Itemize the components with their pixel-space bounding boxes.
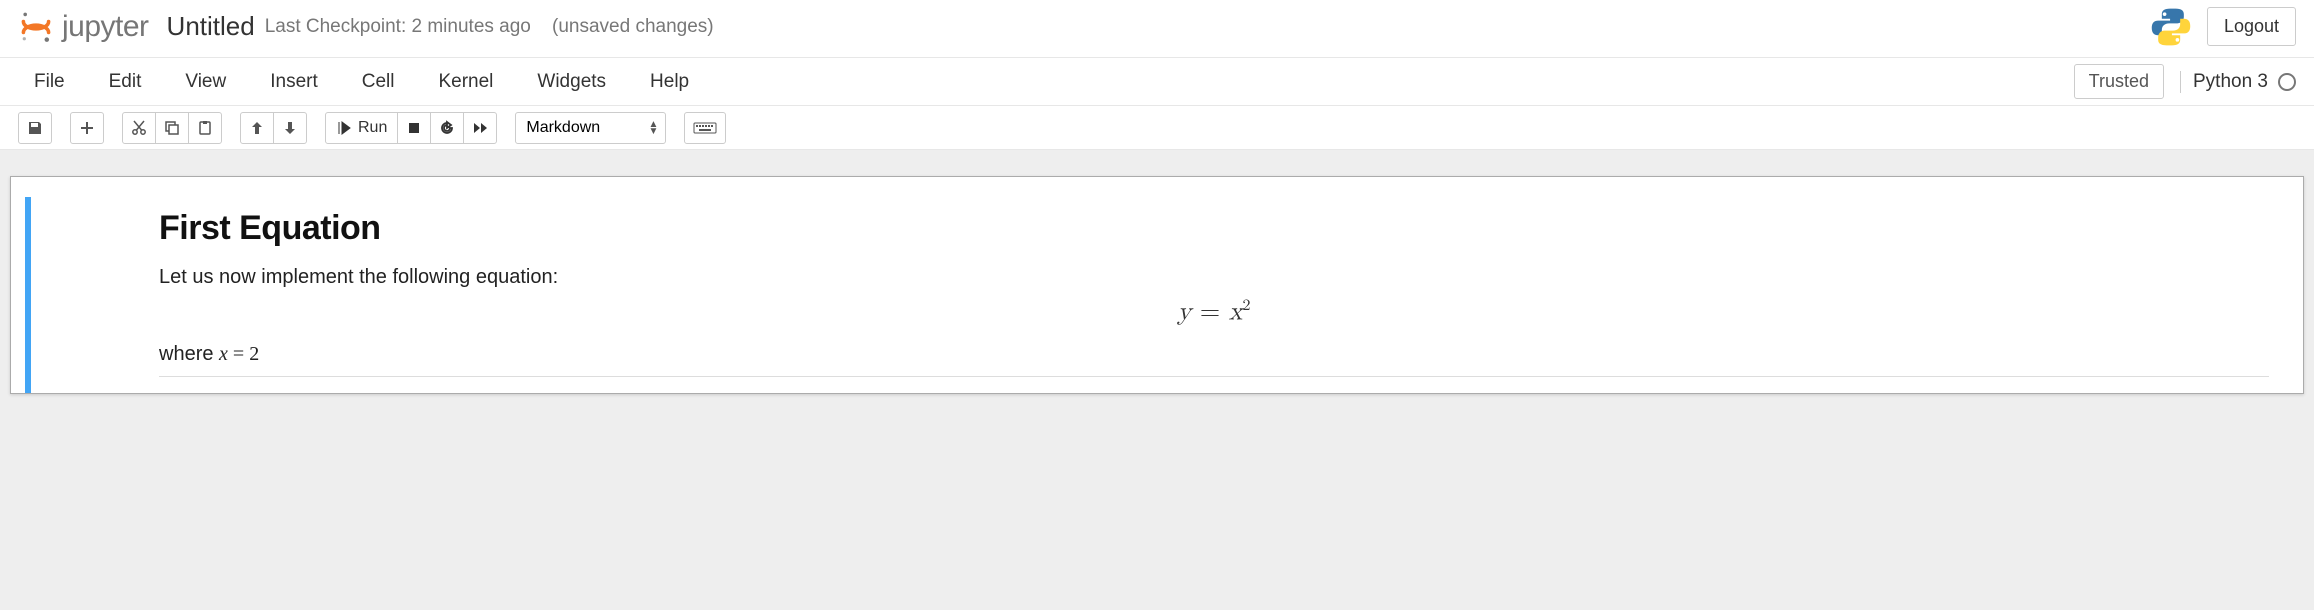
paste-icon — [197, 120, 213, 136]
move-down-button[interactable] — [273, 112, 307, 144]
kernel-indicator[interactable]: Python 3 — [2180, 71, 2296, 93]
celltype-select[interactable]: Code Markdown Raw NBConvert Heading — [515, 112, 666, 144]
cell-prompt-area — [31, 203, 151, 387]
keyboard-icon — [693, 120, 717, 136]
jupyter-logo-icon — [18, 9, 54, 45]
markdown-intro: Let us now implement the following equat… — [159, 266, 2269, 289]
where-value: 2 — [249, 343, 259, 365]
cut-icon — [131, 120, 147, 136]
checkpoint-status: Last Checkpoint: 2 minutes ago (unsaved … — [265, 16, 714, 38]
logout-button[interactable]: Logout — [2207, 7, 2296, 46]
move-up-button[interactable] — [240, 112, 274, 144]
notebook-background: First Equation Let us now implement the … — [0, 150, 2314, 610]
menu-widgets[interactable]: Widgets — [521, 65, 622, 99]
arrow-down-icon — [282, 120, 298, 136]
stop-button[interactable] — [397, 112, 431, 144]
kernel-status-icon — [2278, 73, 2296, 91]
cell-content: First Equation Let us now implement the … — [151, 203, 2289, 387]
markdown-where: where x = 2 — [159, 343, 2269, 366]
where-prefix: where — [159, 343, 219, 365]
equation-x: x — [1229, 300, 1243, 326]
stop-icon — [406, 120, 422, 136]
copy-button[interactable] — [155, 112, 189, 144]
menu-kernel[interactable]: Kernel — [422, 65, 509, 99]
menu-help[interactable]: Help — [634, 65, 705, 99]
menu-insert[interactable]: Insert — [254, 65, 334, 99]
paste-button[interactable] — [188, 112, 222, 144]
run-label: Run — [358, 119, 387, 137]
run-icon — [336, 120, 352, 136]
copy-icon — [164, 120, 180, 136]
menu-view[interactable]: View — [169, 65, 242, 99]
menu-file[interactable]: File — [18, 65, 81, 99]
move-group — [240, 112, 307, 144]
restart-run-all-button[interactable] — [463, 112, 497, 144]
notebook-header: jupyter Untitled Last Checkpoint: 2 minu… — [0, 0, 2314, 58]
jupyter-logo-text: jupyter — [62, 10, 149, 44]
toolbar: Run Code Markdown Raw NBConvert Heading … — [0, 106, 2314, 150]
menubar: File Edit View Insert Cell Kernel Widget… — [0, 58, 2314, 106]
equation-exponent: 2 — [1242, 298, 1250, 314]
plus-icon — [79, 120, 95, 136]
trusted-button[interactable]: Trusted — [2074, 64, 2164, 99]
header-right: Logout — [2149, 5, 2296, 49]
celltype-select-wrap: Code Markdown Raw NBConvert Heading ▲▼ — [515, 112, 666, 144]
markdown-cell[interactable]: First Equation Let us now implement the … — [25, 197, 2289, 393]
restart-icon — [439, 120, 455, 136]
checkpoint-time: Last Checkpoint: 2 minutes ago — [265, 16, 531, 37]
kernel-name: Python 3 — [2193, 71, 2268, 93]
menu-edit[interactable]: Edit — [93, 65, 158, 99]
restart-button[interactable] — [430, 112, 464, 144]
unsaved-indicator: (unsaved changes) — [552, 16, 714, 37]
arrow-up-icon — [249, 120, 265, 136]
equation-y: y — [1178, 300, 1192, 326]
run-button[interactable]: Run — [325, 112, 398, 144]
where-var: x — [219, 343, 228, 365]
cut-button[interactable] — [122, 112, 156, 144]
save-icon — [27, 120, 43, 136]
cell-divider — [159, 376, 2269, 377]
fast-forward-icon — [472, 120, 488, 136]
command-palette-button[interactable] — [684, 112, 726, 144]
notebook-title[interactable]: Untitled — [167, 11, 255, 42]
python-logo-icon — [2149, 5, 2193, 49]
jupyter-logo[interactable]: jupyter — [18, 9, 149, 45]
save-button[interactable] — [18, 112, 52, 144]
equation-equals: = — [1191, 300, 1229, 326]
markdown-heading: First Equation — [159, 209, 2269, 248]
equation-display: y = x2 — [159, 297, 2269, 329]
run-group: Run — [325, 112, 497, 144]
menubar-right: Trusted Python 3 — [2074, 64, 2296, 99]
clipboard-group — [122, 112, 222, 144]
add-cell-button[interactable] — [70, 112, 104, 144]
menu-cell[interactable]: Cell — [346, 65, 411, 99]
where-equals: = — [228, 343, 249, 365]
notebook-container: First Equation Let us now implement the … — [10, 176, 2304, 394]
